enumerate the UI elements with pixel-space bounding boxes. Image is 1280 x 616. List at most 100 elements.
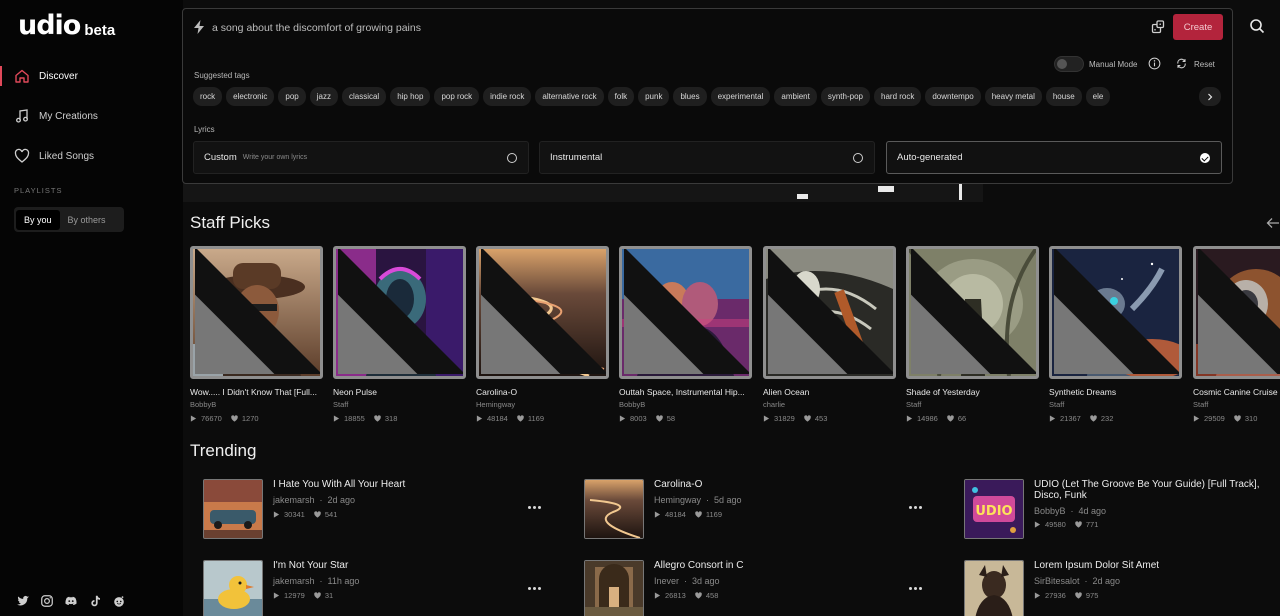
tag-chip[interactable]: folk bbox=[607, 87, 635, 106]
lyrics-option-auto-generated[interactable]: Auto-generated bbox=[886, 141, 1222, 174]
tag-chip[interactable]: hard rock bbox=[874, 87, 922, 106]
staff-pick-card[interactable]: Wow..... I Didn't Know That [Full... Bob… bbox=[190, 246, 323, 423]
trending-item[interactable]: UDIO UDIO (Let The Groove Be Your Guide)… bbox=[964, 479, 1274, 539]
tag-chip[interactable]: punk bbox=[638, 87, 670, 106]
trending-item[interactable]: Carolina-O Hemingway · 5d ago 48184 1169 bbox=[584, 479, 944, 539]
manual-mode-toggle[interactable] bbox=[1054, 56, 1084, 72]
song-title[interactable]: Carolina-O bbox=[654, 479, 884, 490]
artist-name[interactable]: jakemarsh bbox=[273, 495, 315, 505]
trending-item[interactable]: Lorem Ipsum Dolor Sit Amet SirBitesalot … bbox=[964, 560, 1274, 616]
song-title[interactable]: Shade of Yesterday bbox=[906, 387, 1039, 397]
play-count: 8003 bbox=[630, 414, 647, 423]
artist-name[interactable]: Staff bbox=[1193, 400, 1280, 409]
staff-pick-card[interactable]: Neon Pulse Staff 18855 318 bbox=[333, 246, 466, 423]
sidebar-item-discover[interactable]: Discover bbox=[0, 64, 183, 88]
tag-chip[interactable]: hip hop bbox=[390, 87, 431, 106]
reset-button[interactable]: Reset bbox=[1194, 60, 1215, 69]
tag-chip[interactable]: downtempo bbox=[925, 87, 981, 106]
trending-item[interactable]: I Hate You With All Your Heart jakemarsh… bbox=[203, 479, 563, 539]
info-icon[interactable] bbox=[1148, 57, 1161, 70]
tag-chip[interactable]: pop bbox=[278, 87, 306, 106]
song-title[interactable]: Cosmic Canine Cruise bbox=[1193, 387, 1280, 397]
create-button[interactable]: Create bbox=[1173, 14, 1223, 40]
tag-chip[interactable]: classical bbox=[341, 87, 387, 106]
heart-icon bbox=[804, 415, 811, 422]
twitter-icon[interactable] bbox=[16, 594, 30, 608]
song-title[interactable]: UDIO (Let The Groove Be Your Guide) [Ful… bbox=[1034, 479, 1264, 501]
song-title[interactable]: Carolina-O bbox=[476, 387, 609, 397]
lyrics-option-custom[interactable]: Custom Write your own lyrics bbox=[193, 141, 529, 174]
song-stats: 21367 232 bbox=[1049, 414, 1182, 423]
like-count: 1169 bbox=[705, 510, 722, 519]
artist-name[interactable]: charlie bbox=[763, 400, 896, 409]
tags-scroll-right[interactable] bbox=[1199, 87, 1221, 106]
song-title[interactable]: Lorem Ipsum Dolor Sit Amet bbox=[1034, 560, 1264, 571]
artist-name[interactable]: Staff bbox=[906, 400, 1039, 409]
artist-name[interactable]: BobbyB bbox=[619, 400, 752, 409]
reddit-icon[interactable] bbox=[112, 594, 126, 608]
instagram-icon[interactable] bbox=[40, 594, 54, 608]
song-title[interactable]: Outtah Space, Instrumental Hip... bbox=[619, 387, 752, 397]
artist-name[interactable]: Staff bbox=[1049, 400, 1182, 409]
song-title[interactable]: Alien Ocean bbox=[763, 387, 896, 397]
staff-pick-card[interactable]: Carolina-O Hemingway 48184 1169 bbox=[476, 246, 609, 423]
song-title[interactable]: I'm Not Your Star bbox=[273, 560, 503, 571]
sidebar-item-my-creations[interactable]: My Creations bbox=[0, 104, 183, 128]
discord-icon[interactable] bbox=[64, 594, 78, 608]
tag-chip[interactable]: experimental bbox=[710, 87, 771, 106]
song-title[interactable]: Neon Pulse bbox=[333, 387, 466, 397]
artist-name[interactable]: jakemarsh bbox=[273, 576, 315, 586]
like-count: 453 bbox=[814, 414, 828, 423]
artist-name[interactable]: Hemingway bbox=[654, 495, 701, 505]
artist-name[interactable]: SirBitesalot bbox=[1034, 576, 1080, 586]
tag-chip[interactable]: jazz bbox=[309, 87, 338, 106]
song-title[interactable]: I Hate You With All Your Heart bbox=[273, 479, 503, 490]
tag-chip[interactable]: synth-pop bbox=[820, 87, 870, 106]
tag-chip[interactable]: heavy metal bbox=[984, 87, 1042, 106]
artist-name[interactable]: Staff bbox=[333, 400, 466, 409]
search-icon[interactable] bbox=[1249, 18, 1265, 34]
chevron-right-icon bbox=[1208, 93, 1213, 100]
tag-chip[interactable]: blues bbox=[673, 87, 707, 106]
staff-pick-card[interactable]: Synthetic Dreams Staff 21367 232 bbox=[1049, 246, 1182, 423]
logo-text: udio bbox=[18, 10, 81, 41]
staff-pick-card[interactable]: Cosmic Canine Cruise Staff 29509 310 bbox=[1193, 246, 1280, 423]
shuffle-prompt-icon[interactable] bbox=[1150, 19, 1166, 35]
song-title[interactable]: Wow..... I Didn't Know That [Full... bbox=[190, 387, 323, 397]
more-options-icon[interactable] bbox=[909, 502, 925, 512]
staff-pick-card[interactable]: Alien Ocean charlie 31829 453 bbox=[763, 246, 896, 423]
tiktok-icon[interactable] bbox=[88, 594, 102, 608]
trending-item[interactable]: Allegro Consort in C Inever · 3d ago 268… bbox=[584, 560, 944, 616]
lyrics-option-instrumental[interactable]: Instrumental bbox=[539, 141, 875, 174]
tag-chip[interactable]: alternative rock bbox=[535, 87, 604, 106]
reset-icon[interactable] bbox=[1176, 58, 1187, 69]
artist-name[interactable]: BobbyB bbox=[190, 400, 323, 409]
prompt-input[interactable]: a song about the discomfort of growing p… bbox=[212, 22, 421, 34]
artist-name[interactable]: Inever bbox=[654, 576, 679, 586]
sidebar-item-liked-songs[interactable]: Liked Songs bbox=[0, 144, 183, 168]
tag-chip[interactable]: indie rock bbox=[483, 87, 532, 106]
tag-chip[interactable]: pop rock bbox=[434, 87, 480, 106]
song-title[interactable]: Synthetic Dreams bbox=[1049, 387, 1182, 397]
play-icon bbox=[1193, 415, 1200, 422]
tag-chip[interactable]: ele bbox=[1085, 87, 1111, 106]
playlist-tab-by-you[interactable]: By you bbox=[16, 209, 60, 230]
song-title[interactable]: Allegro Consort in C bbox=[654, 560, 884, 571]
playlist-tab-by-others[interactable]: By others bbox=[60, 210, 114, 230]
artist-name[interactable]: BobbyB bbox=[1034, 506, 1066, 516]
artist-name[interactable]: Hemingway bbox=[476, 400, 609, 409]
tag-chip[interactable]: ambient bbox=[774, 87, 817, 106]
more-options-icon[interactable] bbox=[909, 583, 925, 593]
tag-chip[interactable]: rock bbox=[193, 87, 223, 106]
more-options-icon[interactable] bbox=[528, 502, 544, 512]
tag-chip[interactable]: electronic bbox=[226, 87, 275, 106]
staff-pick-card[interactable]: Shade of Yesterday Staff 14986 66 bbox=[906, 246, 1039, 423]
staff-pick-card[interactable]: Outtah Space, Instrumental Hip... BobbyB… bbox=[619, 246, 752, 423]
song-meta: SirBitesalot · 2d ago bbox=[1034, 576, 1121, 586]
udio-logo[interactable]: udio beta bbox=[18, 10, 115, 41]
tag-chip[interactable]: house bbox=[1045, 87, 1082, 106]
trending-item[interactable]: I'm Not Your Star jakemarsh · 11h ago 12… bbox=[203, 560, 563, 616]
play-icon bbox=[190, 415, 197, 422]
arrow-left-icon[interactable] bbox=[1266, 216, 1280, 230]
more-options-icon[interactable] bbox=[528, 583, 544, 593]
